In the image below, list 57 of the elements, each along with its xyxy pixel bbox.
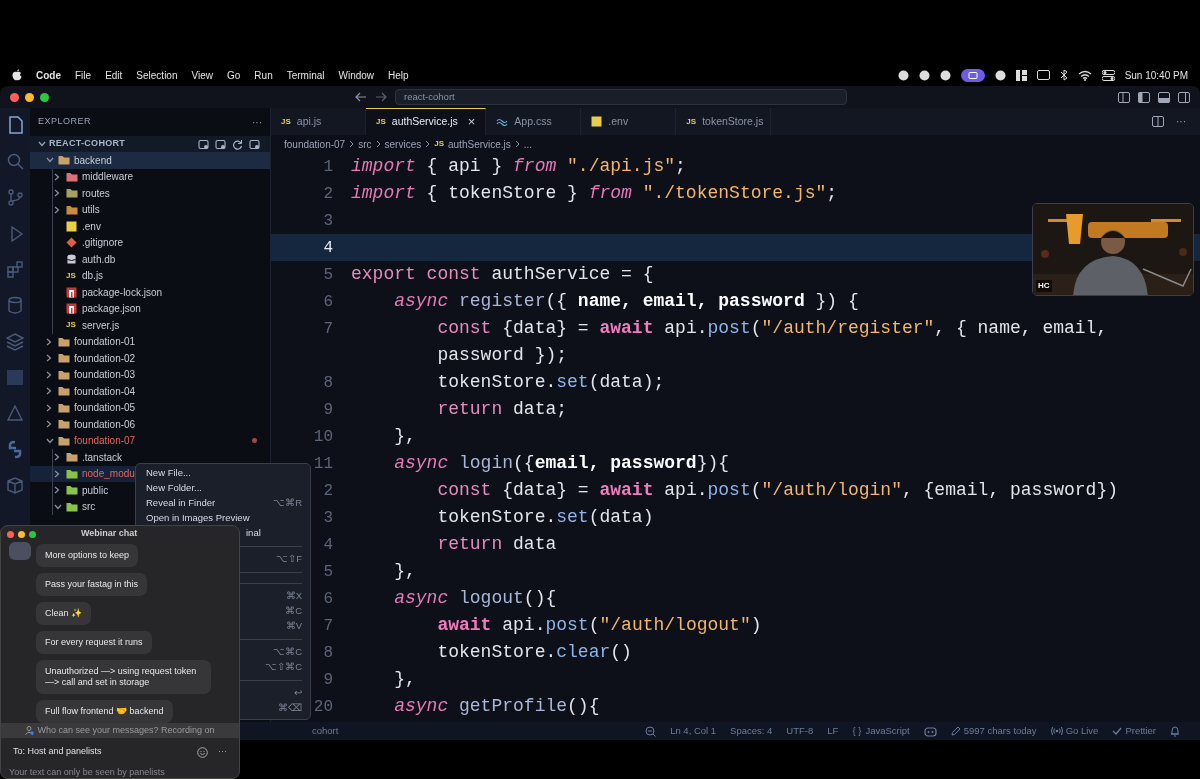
code-line: return data; [436,398,568,421]
code-line: return data [436,533,557,556]
code-line: }, [393,425,416,448]
code-line: tokenStore.set(data); [436,371,665,394]
code-line: async login({email, password}){ [393,452,730,475]
js-file-icon: JS [376,116,386,128]
line-number: 7 [323,319,333,338]
line-number: 6 [323,292,333,311]
line-number: 4 [323,535,333,554]
code-line: async getProfile(){ [393,695,600,718]
code-line: tokenStore.clear() [436,641,632,664]
line-number: 6 [323,589,333,608]
line-number: 10 [313,427,333,446]
braces-icon: { } [852,723,862,739]
code-line: async register({ name, email, password }) { [393,290,859,313]
window-title: Webinar chat [81,527,138,541]
line-number: 9 [323,670,333,689]
line-number: 5 [323,265,333,284]
code-line: }, [393,668,416,691]
video-badge: HC [1036,280,1052,292]
js-file-icon: JS [434,138,444,150]
code-line: tokenStore.set(data) [436,506,654,529]
menu-bar-clock: Sun 10:40 PM [1124,68,1188,83]
line-number: 3 [323,211,333,230]
chat-notice: Who can see your messages? Recording on [37,723,215,737]
line-number: 1 [323,157,333,176]
chat-message: More options to keep [36,544,139,567]
line-number: 4 [323,238,333,257]
line-number: 7 [323,616,333,635]
line-number: 2 [323,481,333,500]
code-line: const {data} = await api.post("/auth/login", {email, password}) [436,479,1118,502]
line-number: 9 [323,400,333,419]
chat-message: Pass your fastag in this [36,573,148,596]
line-number: 11 [313,454,333,473]
code-line: import { api } from "./api.js"; [351,155,686,178]
line-number: 8 [323,373,333,392]
js-file-icon: JS [66,269,77,282]
code-line: async logout(){ [393,587,557,610]
code-line: export const authService = { [351,263,654,286]
chat-message: Clean ✨ [36,602,91,625]
chat-message: Full flow frontend 🤝 backend [36,700,173,723]
js-file-icon: JS [281,115,291,128]
chat-message: Unauthorized —> using request token —> call and set in storage [36,660,211,694]
panel-title: EXPLORER [38,115,92,129]
line-number: 8 [323,643,333,662]
line-number: 2 [323,184,333,203]
line-number: 5 [323,562,333,581]
code-line: await api.post("/auth/logout") [436,614,762,637]
line-number: 3 [323,508,333,527]
js-file-icon: JS [66,319,77,332]
code-line: import { tokenStore } from "./tokenStore.js"; [351,182,838,205]
code-line: password }); [436,344,568,367]
code-line: const {data} = await api.post("/auth/register", { name, email, [436,317,1108,340]
code-line: }, [393,560,416,583]
line-number: 20 [313,697,333,716]
chat-message: For every request it runs [36,631,152,654]
js-file-icon: JS [686,115,697,128]
